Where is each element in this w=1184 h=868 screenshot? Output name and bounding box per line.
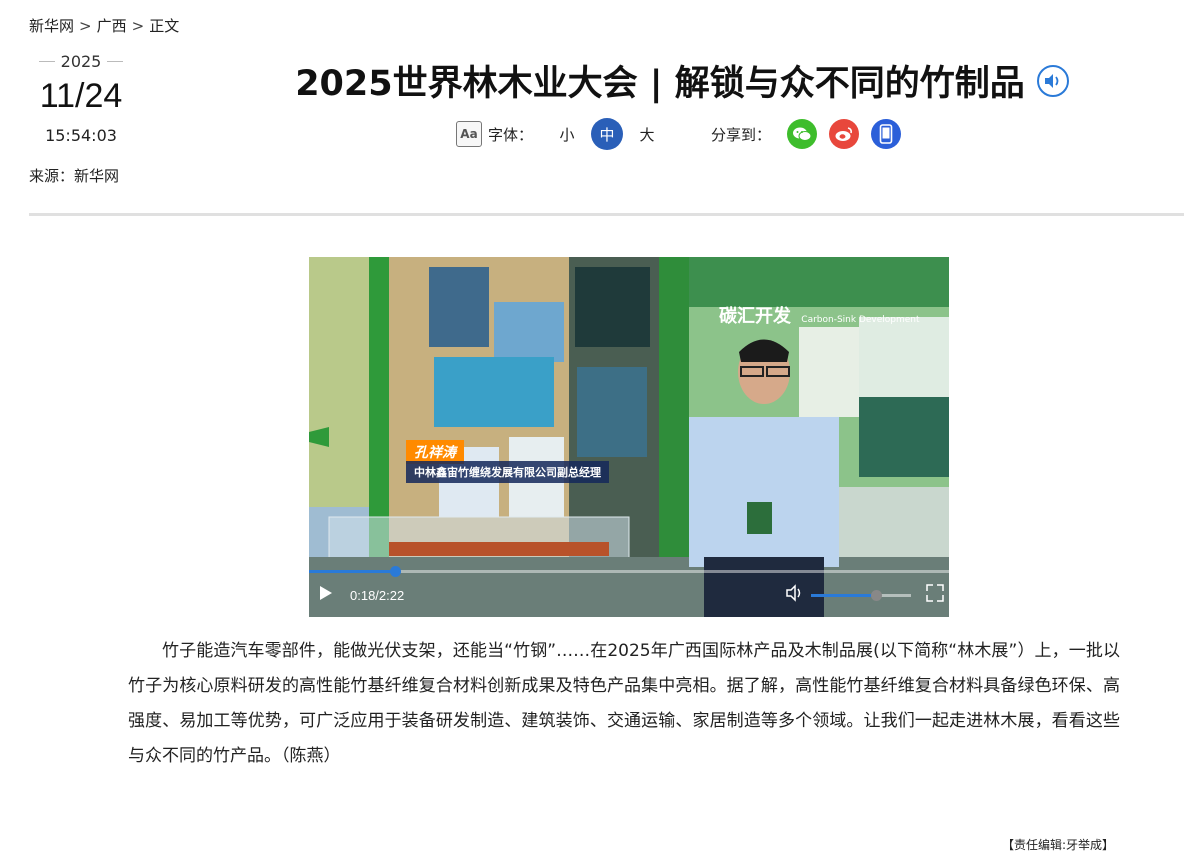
speaker-title-caption: 中林鑫宙竹缠绕发展有限公司副总经理 <box>406 461 609 483</box>
breadcrumb-link-xinhua[interactable]: 新华网 <box>29 17 74 35</box>
mobile-icon[interactable] <box>871 119 902 149</box>
video-controls: 0:18/2:22 <box>309 575 949 617</box>
exhibit-sign-text: 碳汇开发 <box>719 306 791 327</box>
weibo-icon[interactable] <box>829 119 860 149</box>
video-progress-bar[interactable] <box>309 566 949 577</box>
title-row: 2025世界林木业大会 | 解锁与众不同的竹制品 <box>180 55 1184 106</box>
exhibit-sign-subtext: Carbon-Sink Development <box>801 315 920 325</box>
article-source: 来源：新华网 <box>29 167 120 185</box>
font-size-medium-button[interactable]: 中 <box>591 118 624 150</box>
font-size-small-button[interactable]: 小 <box>551 118 583 150</box>
volume-icon[interactable] <box>785 583 805 603</box>
publish-year-text: 2025 <box>60 52 102 71</box>
publish-date: 2025 11/24 15:54:03 <box>29 52 133 145</box>
video-timecode: 0:18/2:22 <box>350 588 405 603</box>
divider-line <box>107 61 124 62</box>
share-label: 分享到： <box>711 125 772 144</box>
video-player[interactable]: 碳汇开发 Carbon-Sink Development 孔祥涛 中林鑫宙竹缠绕… <box>309 257 949 617</box>
volume-slider[interactable] <box>811 590 911 601</box>
volume-slider-handle[interactable] <box>871 590 882 601</box>
video-progress-fill <box>309 570 396 573</box>
publish-time: 15:54:03 <box>45 126 117 145</box>
speaker-icon[interactable] <box>1036 64 1069 97</box>
breadcrumb-link-guangxi[interactable]: 广西 <box>97 17 127 35</box>
breadcrumb-separator: > <box>79 17 92 35</box>
article-body: 竹子能造汽车零部件，能做光伏支架，还能当“竹钢”……在2025年广西国际林产品及… <box>128 641 1120 766</box>
volume-slider-fill <box>811 594 876 597</box>
article-toolbar: Aa 字体： 小 中 大 分享到： <box>456 118 907 150</box>
breadcrumb-current: 正文 <box>149 17 180 35</box>
exhibit-sign: 碳汇开发 Carbon-Sink Development <box>719 302 920 328</box>
publish-day: 11/24 <box>39 77 123 115</box>
divider-line <box>38 61 55 62</box>
fullscreen-icon[interactable] <box>926 584 944 602</box>
font-size-icon: Aa <box>456 121 482 147</box>
wechat-icon[interactable] <box>787 119 818 149</box>
font-size-large-button[interactable]: 大 <box>631 118 663 150</box>
breadcrumb: 新华网 > 广西 > 正文 <box>29 15 179 36</box>
responsible-editor: 【责任编辑:牙举成】 <box>1001 838 1114 852</box>
header-divider <box>29 213 1184 216</box>
font-size-label: 字体： <box>488 125 534 144</box>
page-title: 2025世界林木业大会 | 解锁与众不同的竹制品 <box>295 64 1025 104</box>
play-icon[interactable] <box>319 585 333 601</box>
breadcrumb-separator: > <box>131 17 145 35</box>
publish-year: 2025 <box>29 52 133 71</box>
